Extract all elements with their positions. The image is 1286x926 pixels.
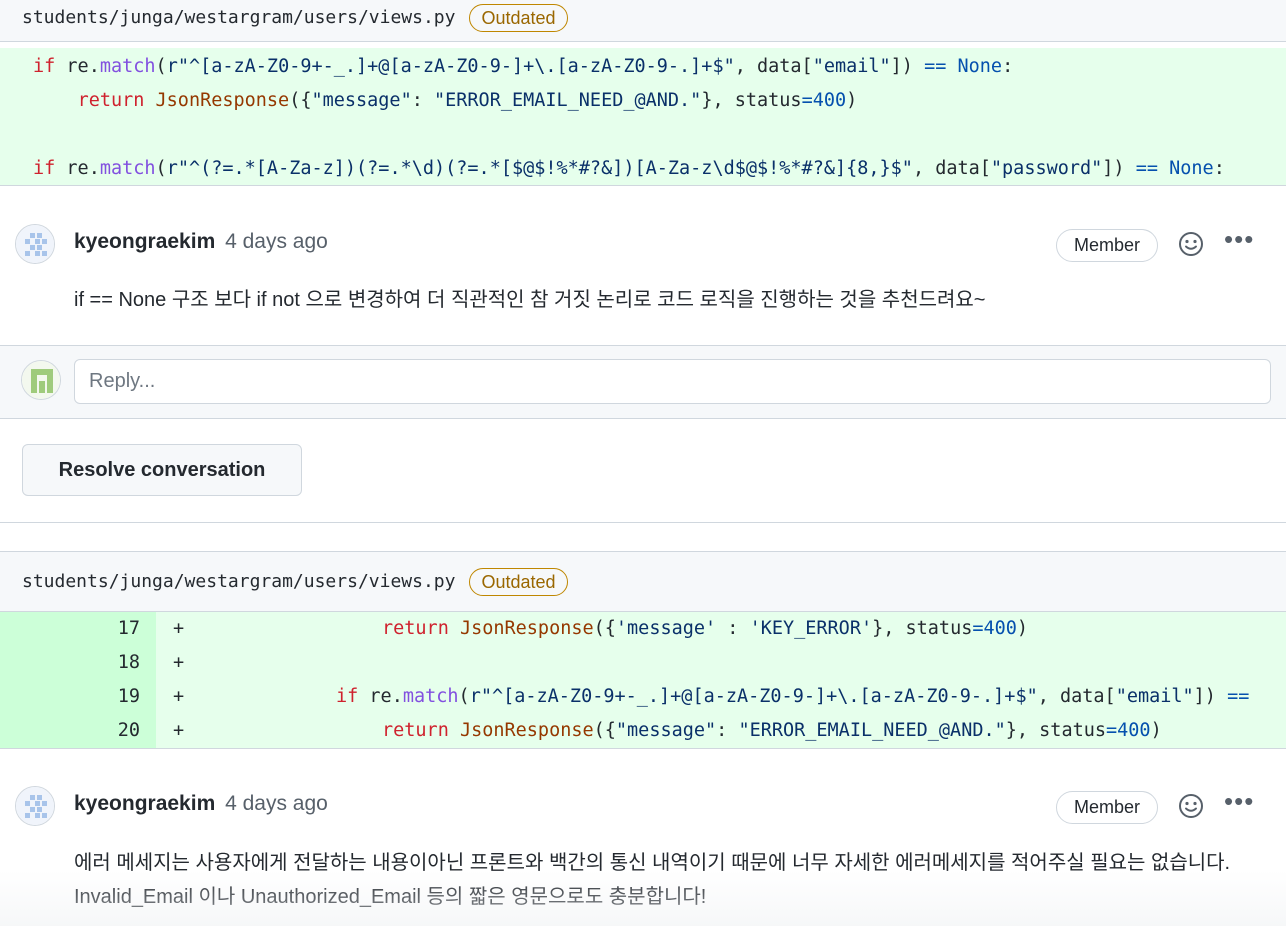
- file-header: students/junga/westargram/users/views.py…: [0, 551, 1286, 612]
- outdated-badge: Outdated: [469, 3, 568, 32]
- current-user-avatar: [21, 360, 61, 400]
- reply-input[interactable]: Reply...: [74, 359, 1271, 404]
- outdated-badge: Outdated: [469, 567, 568, 596]
- comment-author[interactable]: kyeongraekim 4 days ago: [74, 792, 328, 816]
- code-snippet: if re.match(r"^[a-zA-Z0-9+-_.]+@[a-zA-Z0…: [0, 48, 1286, 186]
- diff-sign: +: [173, 618, 185, 639]
- kebab-horizontal-icon[interactable]: •••: [1224, 224, 1254, 255]
- code-line-2: return JsonResponse({"message": "ERROR_E…: [77, 90, 858, 111]
- comment-timestamp[interactable]: 4 days ago: [225, 230, 328, 253]
- identicon-avatar-icon: [16, 787, 54, 825]
- smiley-icon[interactable]: [1177, 230, 1205, 258]
- resolve-conversation-button[interactable]: Resolve conversation: [22, 444, 302, 496]
- diff-sign: +: [173, 652, 185, 673]
- code-line-1: if re.match(r"^[a-zA-Z0-9+-_.]+@[a-zA-Z0…: [33, 56, 1014, 77]
- identicon-avatar-icon: [22, 361, 60, 399]
- code-line-4: if re.match(r"^(?=.*[A-Za-z])(?=.*\d)(?=…: [33, 158, 1225, 179]
- file-path[interactable]: students/junga/westargram/users/views.py: [22, 571, 455, 592]
- review-comment: kyeongraekim 4 days ago Member ••• if ==…: [0, 186, 1286, 345]
- avatar[interactable]: [15, 786, 55, 826]
- file-path[interactable]: students/junga/westargram/users/views.py: [22, 7, 455, 28]
- line-number[interactable]: 20: [0, 714, 140, 748]
- comment-body: if == None 구조 보다 if not 으로 변경하여 더 직관적인 참…: [74, 289, 986, 311]
- kebab-horizontal-icon[interactable]: •••: [1224, 786, 1254, 817]
- author-name[interactable]: kyeongraekim: [74, 230, 215, 253]
- diff-line-17: return JsonResponse({'message' : 'KEY_ER…: [382, 618, 1029, 639]
- diff-sign: +: [173, 720, 185, 741]
- divider: [0, 522, 1286, 523]
- reply-row: Reply...: [0, 345, 1286, 419]
- identicon-avatar-icon: [16, 225, 54, 263]
- member-badge: Member: [1056, 229, 1158, 262]
- avatar[interactable]: [15, 224, 55, 264]
- comment-timestamp[interactable]: 4 days ago: [225, 792, 328, 815]
- comment-body: 에러 메세지는 사용자에게 전달하는 내용이아닌 프론트와 백간의 통신 내역이…: [74, 852, 1231, 908]
- member-badge: Member: [1056, 791, 1158, 824]
- line-number[interactable]: 17: [0, 612, 140, 646]
- author-name[interactable]: kyeongraekim: [74, 792, 215, 815]
- diff-sign: +: [173, 686, 185, 707]
- file-header: students/junga/westargram/users/views.py…: [0, 0, 1286, 42]
- line-number[interactable]: 18: [0, 646, 140, 680]
- diff-line-19: if re.match(r"^[a-zA-Z0-9+-_.]+@[a-zA-Z0…: [336, 686, 1250, 707]
- smiley-icon[interactable]: [1177, 792, 1205, 820]
- diff-line-20: return JsonResponse({"message": "ERROR_E…: [382, 720, 1162, 741]
- comment-author[interactable]: kyeongraekim 4 days ago: [74, 230, 328, 254]
- line-number[interactable]: 19: [0, 680, 140, 714]
- review-comment: kyeongraekim 4 days ago Member ••• 에러 메세…: [0, 749, 1286, 926]
- diff-snippet: 17 + return JsonResponse({'message' : 'K…: [0, 612, 1286, 749]
